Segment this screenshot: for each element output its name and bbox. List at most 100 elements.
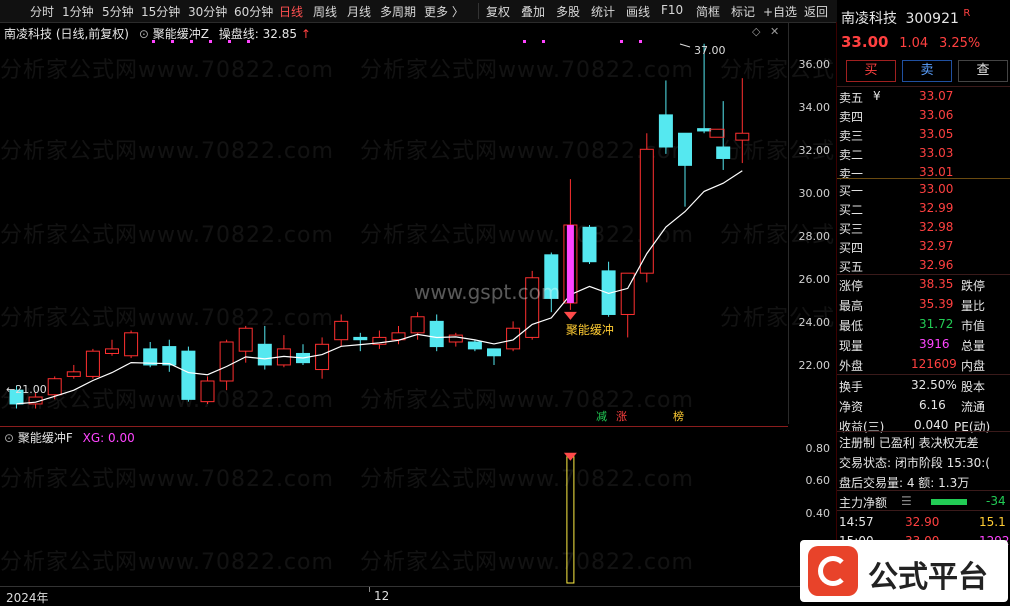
ask-row[interactable]: 卖二 33.03 [839,145,1009,165]
stat-label: 换手 [839,380,864,394]
x-label-month: 12 [374,589,390,603]
bid-row[interactable]: 买四 32.97 [839,238,1009,258]
candle-body [334,320,349,341]
stat-row: 涨停 38.35 跌停 [839,276,1009,296]
ind-y-tick: 0.80 [805,442,831,455]
bid-price: 32.96 [919,258,954,272]
ask-label: 卖二 [839,148,864,162]
stats-button[interactable]: 统计 [591,3,615,20]
candle-body [582,226,597,263]
stat-row: 换手 32.50% 股本 [839,377,1009,397]
buy-button[interactable]: 买 [846,60,896,82]
candles-svg: 聚能缓冲 37.00 ←21.00 减涨 榜 [6,40,750,423]
stat-value: 121609 [911,357,957,371]
stat-label-right: 内盘 [961,359,986,373]
divider [837,86,1010,87]
stock-name: 南凌科技 [841,11,897,27]
period-monthly[interactable]: 月线 [347,3,371,20]
price-header: 33.00 1.04 3.25% [841,33,980,51]
overlay-button[interactable]: 叠加 [521,3,545,20]
divider [837,490,1010,491]
candle-body [716,146,731,159]
menu-icon[interactable]: ☰ [901,494,912,508]
stat-value: 32.50% [911,378,957,392]
top-marker [209,40,212,43]
bid-row[interactable]: 买二 32.99 [839,200,1009,220]
back-button[interactable]: 返回 [804,3,828,20]
signal-label: 聚能缓冲 [566,322,614,337]
logo-text: 公式平台 [868,560,988,595]
bid-label: 买五 [839,260,864,274]
simple-frame-button[interactable]: 简框 [696,3,720,20]
period-daily[interactable]: 日线 [279,3,303,20]
ask-label: 卖一 [839,167,864,181]
bid-price: 32.97 [919,239,954,253]
ask-row[interactable]: 卖四 33.06 [839,107,1009,127]
stat-row: 最低 31.72 市值 [839,316,1009,336]
candle-body [448,334,463,343]
stat-label-right: 股本 [961,380,986,394]
tick-price: 32.90 [905,515,940,529]
ask-price: 33.07 [919,89,954,103]
bid-label: 买二 [839,203,864,217]
indicator-pane[interactable]: ⊙ 聚能缓冲F XG: 0.00 [0,426,788,587]
top-marker [523,40,526,43]
ask-label: 卖四 [839,110,864,124]
tick-time: 14:57 [839,515,874,529]
top-marker [228,40,231,43]
last-price: 33.00 [841,33,889,51]
ask-price: 33.03 [919,146,954,160]
period-30min[interactable]: 30分钟 [188,3,227,20]
stat-value: 6.16 [919,398,946,412]
ask-label: 卖三 [839,129,864,143]
period-15min[interactable]: 15分钟 [141,3,180,20]
adjust-button[interactable]: 复权 [486,3,510,20]
bid-price: 32.99 [919,201,954,215]
candle-body [678,132,692,166]
x-tick-mark [369,587,370,592]
stock-badge: R [963,8,971,19]
draw-line-button[interactable]: 画线 [626,3,650,20]
period-more[interactable]: 更多 〉 [424,3,464,20]
ask-row[interactable]: 卖三 33.05 [839,126,1009,146]
flow-bar [931,499,967,505]
ask-row[interactable]: 卖五 ¥33.07 [839,88,1009,108]
candle-body [315,343,330,371]
f10-button[interactable]: F10 [661,3,683,17]
candle-body [124,332,139,357]
stat-label-right: 市值 [961,319,986,333]
divider [837,431,1010,432]
period-60min[interactable]: 60分钟 [234,3,273,20]
candle-body [467,341,482,350]
period-1min[interactable]: 1分钟 [62,3,94,20]
ask-price: 33.01 [919,165,954,179]
period-intraday[interactable]: 分时 [30,3,54,20]
main-flow-label: 主力净额 [839,496,888,510]
logo-g-icon [818,556,848,586]
currency-icon: ¥ [873,89,881,103]
sell-button[interactable]: 卖 [902,60,952,82]
bid-row[interactable]: 买一 33.00 [839,181,1009,201]
top-marker [620,40,623,43]
candlestick-pane[interactable]: 南凌科技 (日线,前复权) ⊙ 聚能缓冲Z 操盘线: 32.85 ↑ ◇ ✕ 聚… [0,22,789,424]
bid-label: 买三 [839,222,864,236]
ind-y-tick: 0.40 [805,507,831,520]
period-5min[interactable]: 5分钟 [102,3,134,20]
top-marker [247,40,250,43]
y-tick: 32.00 [798,144,831,157]
candle-body [257,343,272,366]
bid-row[interactable]: 买三 32.98 [839,219,1009,239]
multi-stock-button[interactable]: 多股 [556,3,580,20]
trade-state: 交易状态: 闭市阶段 15:30:( [839,456,990,470]
period-multi[interactable]: 多周期 [380,3,416,20]
top-marker [152,40,155,43]
stat-label-right: 量比 [961,299,986,313]
query-button[interactable]: 查 [958,60,1008,82]
logo-mark [808,546,858,596]
period-weekly[interactable]: 周线 [313,3,337,20]
y-tick: 34.00 [798,101,831,114]
add-favorite-button[interactable]: +自选 [763,3,797,20]
mark-button[interactable]: 标记 [731,3,755,20]
candle-body [66,371,81,377]
date-axis: 2024年 12 [0,586,836,606]
